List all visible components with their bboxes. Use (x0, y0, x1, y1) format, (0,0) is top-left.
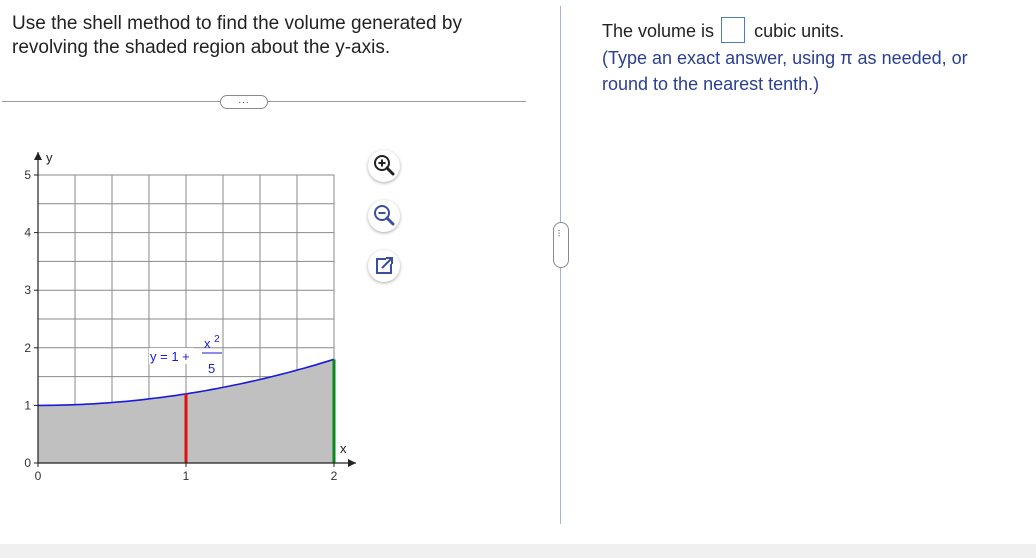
answer-hint-line-2: round to the nearest tenth.) (602, 74, 820, 95)
y-tick-label: 4 (24, 226, 31, 240)
open-new-window-button[interactable] (368, 250, 400, 282)
x-tick-label: 1 (183, 469, 190, 483)
volume-answer-input[interactable] (721, 17, 746, 44)
equation-lhs: y = 1 + (150, 349, 190, 364)
equation-numerator: x 2 (204, 334, 220, 351)
question-line-2: revolving the shaded region about the y-… (12, 37, 391, 58)
y-tick-label: 5 (24, 168, 31, 182)
zoom-out-icon (374, 205, 395, 226)
y-tick-label: 2 (24, 341, 31, 355)
x-tick-label: 2 (331, 469, 338, 483)
graph: 0 1 2 3 4 5 0 1 2 y x y = 1 + x 2 5 (24, 150, 356, 483)
zoom-in-button[interactable] (368, 150, 400, 182)
x-axis-arrow-icon (348, 459, 356, 467)
answer-suffix: cubic units. (754, 21, 845, 41)
y-tick-label: 1 (24, 398, 31, 412)
equation-num-exp: 2 (214, 334, 220, 345)
more-options-button[interactable]: ... (220, 95, 268, 109)
y-tick-label: 0 (24, 456, 31, 470)
answer-hint-line-1: (Type an exact answer, using π as needed… (602, 48, 968, 69)
y-tick-label: 3 (24, 283, 31, 297)
y-axis-arrow-icon (34, 152, 42, 160)
x-tick-label: 0 (35, 469, 42, 483)
y-axis-label: y (46, 150, 53, 165)
answer-panel: The volume is cubic units. (Type an exac… (602, 17, 1022, 97)
bottom-bar (0, 544, 1036, 558)
answer-prefix: The volume is (602, 21, 715, 41)
x-axis-label: x (340, 441, 347, 456)
external-link-icon (376, 257, 393, 274)
zoom-out-button[interactable] (368, 200, 400, 232)
splitter-handle[interactable]: ... (553, 222, 569, 268)
zoom-in-icon (374, 155, 395, 176)
question-text: Use the shell method to find the volume … (12, 12, 512, 60)
answer-line: The volume is cubic units. (602, 17, 1022, 45)
splitter-handle-dots: ... (555, 229, 567, 238)
question-line-1: Use the shell method to find the volume … (12, 13, 462, 34)
equation-num-var: x (204, 336, 211, 351)
equation-denominator: 5 (208, 361, 215, 376)
